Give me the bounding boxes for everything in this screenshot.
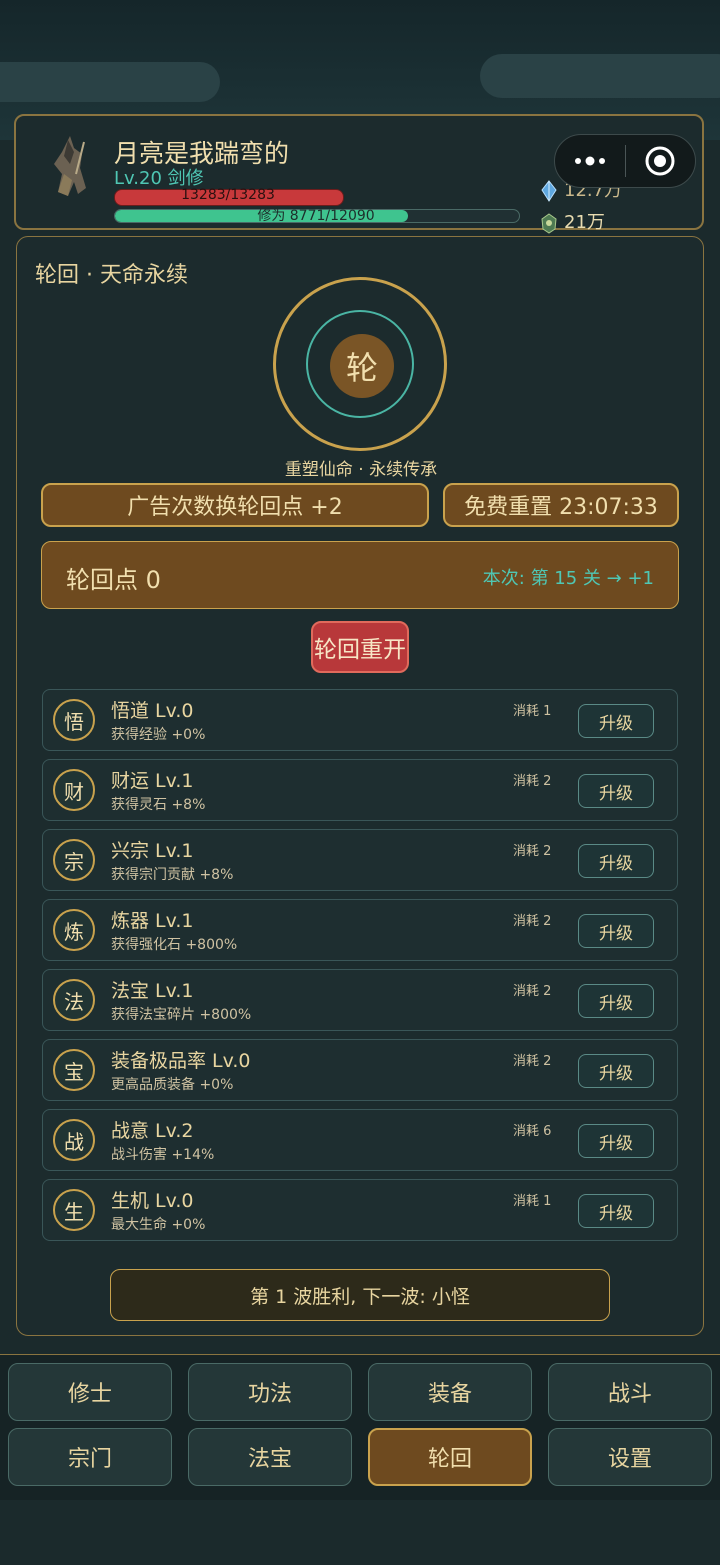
nav-button[interactable]: 轮回 [368,1428,532,1486]
ad-exchange-button[interactable]: 广告次数换轮回点 +2 [41,483,429,527]
upgrade-row: 法法宝 Lv.1 获得法宝碎片 +800% 消耗 2 升级 [42,969,678,1031]
upgrade-name: 悟道 Lv.0 [111,700,194,722]
upgrade-row: 战战意 Lv.2 战斗伤害 +14% 消耗 6 升级 [42,1109,678,1171]
upgrade-desc: 获得宗门贡献 +8% [111,867,234,883]
upgrade-button[interactable]: 升级 [578,844,654,878]
points-gain-info: 本次: 第 15 关 → +1 [482,568,654,589]
upgrade-cost: 消耗 1 [513,704,552,719]
upgrade-row: 财财运 Lv.1 获得灵石 +8% 消耗 2 升级 [42,759,678,821]
upgrade-button[interactable]: 升级 [578,704,654,738]
upgrade-badge: 生 [53,1189,95,1231]
upgrade-badge: 炼 [53,909,95,951]
upgrade-name: 兴宗 Lv.1 [111,840,194,862]
gold-resource: 21万 [540,208,605,234]
upgrade-desc: 获得灵石 +8% [111,797,206,813]
upgrade-desc: 获得强化石 +800% [111,937,238,953]
upgrade-cost: 消耗 6 [513,1124,552,1139]
xp-text: 修为 8771/12090 [257,208,375,224]
upgrade-badge: 宝 [53,1049,95,1091]
upgrade-button[interactable]: 升级 [578,1124,654,1158]
reincarnate-restart-button[interactable]: 轮回重开 [311,621,409,673]
panel-title: 轮回 · 天命永续 [35,263,188,288]
upgrade-name: 法宝 Lv.1 [111,980,194,1002]
upgrade-name: 战意 Lv.2 [111,1120,194,1142]
upgrade-button[interactable]: 升级 [578,1054,654,1088]
upgrade-badge: 悟 [53,699,95,741]
nav-button[interactable]: 设置 [548,1428,712,1486]
upgrade-cost: 消耗 2 [513,914,552,929]
reincarnation-wheel: 轮 [273,277,447,451]
wave-status: 第 1 波胜利, 下一波: 小怪 [110,1269,610,1321]
upgrade-badge: 宗 [53,839,95,881]
miniprogram-capsule [554,134,696,188]
upgrade-row: 悟悟道 Lv.0 获得经验 +0% 消耗 1 升级 [42,689,678,751]
upgrade-cost: 消耗 2 [513,984,552,999]
upgrade-row: 宗兴宗 Lv.1 获得宗门贡献 +8% 消耗 2 升级 [42,829,678,891]
upgrade-button[interactable]: 升级 [578,1194,654,1228]
nav-button[interactable]: 法宝 [188,1428,352,1486]
nav-button[interactable]: 战斗 [548,1363,712,1421]
upgrade-name: 炼器 Lv.1 [111,910,194,932]
cloud-decoration [0,62,220,102]
upgrade-desc: 获得法宝碎片 +800% [111,1007,252,1023]
bottom-safe-area [0,1500,720,1565]
upgrade-name: 财运 Lv.1 [111,770,194,792]
close-miniprogram-button[interactable] [626,135,696,187]
gold-value: 21万 [564,212,605,233]
upgrade-badge: 法 [53,979,95,1021]
upgrade-row: 炼炼器 Lv.1 获得强化石 +800% 消耗 2 升级 [42,899,678,961]
upgrade-name: 生机 Lv.0 [111,1190,194,1212]
reincarnation-points-box: 轮回点 0 本次: 第 15 关 → +1 [41,541,679,609]
free-reset-button[interactable]: 免费重置 23:07:33 [443,483,679,527]
bottom-nav: 修士 功法 装备 战斗宗门 法宝 轮回 设置 [0,1354,720,1501]
upgrade-list: 悟悟道 Lv.0 获得经验 +0% 消耗 1 升级财财运 Lv.1 获得灵石 +8% 消耗… [42,689,678,1249]
spirit-stone-icon [541,213,557,234]
more-button[interactable] [555,135,625,187]
target-close-icon [645,146,675,176]
upgrade-cost: 消耗 1 [513,1194,552,1209]
wheel-core: 轮 [330,334,394,398]
upgrade-desc: 更高品质装备 +0% [111,1077,234,1093]
reincarnation-panel: 轮回 · 天命永续 轮 重塑仙命 · 永续传承 广告次数换轮回点 +2 免费重置… [16,236,704,1336]
upgrade-row: 宝装备极品率 Lv.0 更高品质装备 +0% 消耗 2 升级 [42,1039,678,1101]
more-dots-icon [574,156,605,166]
panel-subtitle: 重塑仙命 · 永续传承 [284,460,438,480]
upgrade-cost: 消耗 2 [513,844,552,859]
upgrade-cost: 消耗 2 [513,774,552,789]
nav-button[interactable]: 修士 [8,1363,172,1421]
upgrade-desc: 战斗伤害 +14% [111,1147,215,1163]
upgrade-badge: 财 [53,769,95,811]
cloud-decoration [480,54,720,98]
upgrade-cost: 消耗 2 [513,1054,552,1069]
player-avatar[interactable] [44,134,96,200]
wheel-inner-ring: 轮 [306,310,414,418]
points-label: 轮回点 0 [66,566,161,594]
upgrade-desc: 最大生命 +0% [111,1217,206,1233]
upgrade-desc: 获得经验 +0% [111,727,206,743]
nav-button[interactable]: 装备 [368,1363,532,1421]
nav-button[interactable]: 宗门 [8,1428,172,1486]
hp-text: 13283/13283 [181,187,275,203]
upgrade-button[interactable]: 升级 [578,914,654,948]
upgrade-row: 生生机 Lv.0 最大生命 +0% 消耗 1 升级 [42,1179,678,1241]
upgrade-button[interactable]: 升级 [578,984,654,1018]
nav-button[interactable]: 功法 [188,1363,352,1421]
upgrade-badge: 战 [53,1119,95,1161]
upgrade-name: 装备极品率 Lv.0 [111,1050,251,1072]
upgrade-button[interactable]: 升级 [578,774,654,808]
